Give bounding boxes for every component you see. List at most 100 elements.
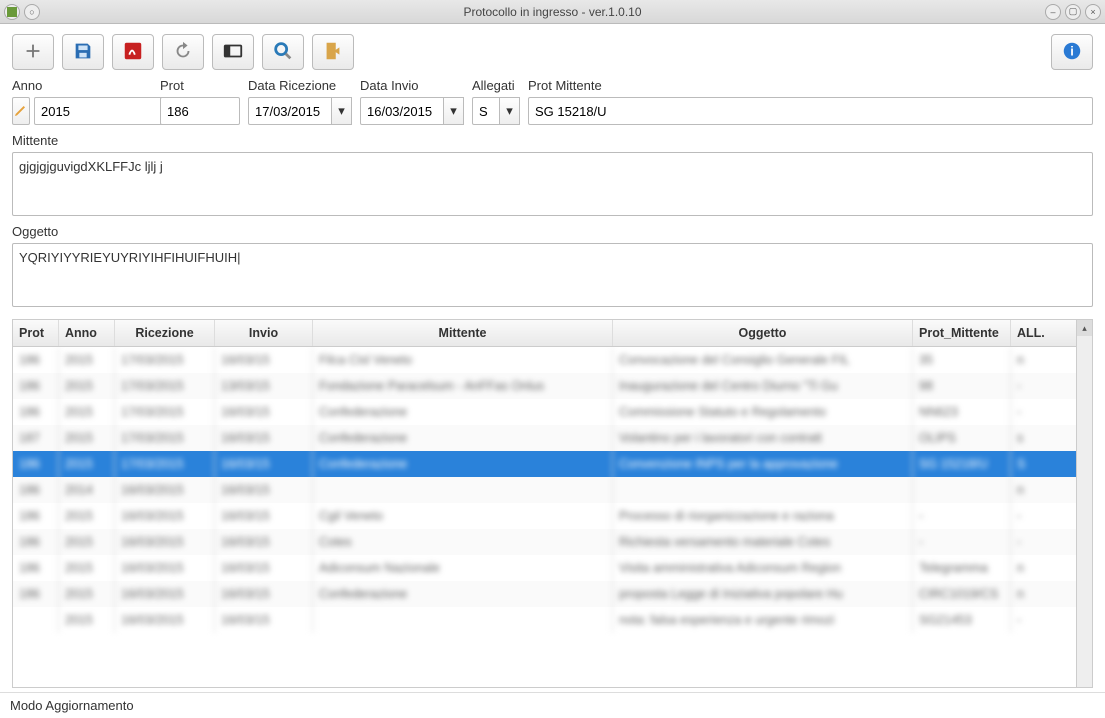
table-cell: Confederazione <box>313 425 613 451</box>
data-invio-dropdown[interactable]: ▾ <box>444 97 464 125</box>
svg-text:i: i <box>1070 43 1074 58</box>
chevron-down-icon: ▾ <box>450 103 457 119</box>
table-cell: Cgil Veneto <box>313 503 613 529</box>
table-cell: 186 <box>13 347 59 373</box>
chevron-down-icon: ▾ <box>338 103 345 119</box>
table-cell <box>313 607 613 633</box>
chevron-down-icon: ▾ <box>506 103 513 119</box>
table-cell: Confederazione <box>313 581 613 607</box>
table-header: Prot Anno Ricezione Invio Mittente Ogget… <box>13 320 1092 347</box>
anno-edit-button[interactable] <box>12 97 30 125</box>
table-cell: 2015 <box>59 503 115 529</box>
table-cell: 16/03/2015 <box>115 607 215 633</box>
table-body: 186201517/03/201516/03/15Filca Cisl Vene… <box>13 347 1092 687</box>
table-row[interactable]: 186201516/03/201516/03/15CotesRichiesta … <box>13 529 1092 555</box>
table-cell: Convenzione INPS per la approvazione <box>613 451 913 477</box>
vertical-scrollbar[interactable]: ▴ <box>1076 320 1092 687</box>
th-prot[interactable]: Prot <box>13 320 59 346</box>
prot-mittente-input[interactable] <box>528 97 1093 125</box>
table-row[interactable]: 186201517/03/201513/03/15Fondazione Para… <box>13 373 1092 399</box>
table-cell: 16/03/15 <box>215 581 313 607</box>
allegati-dropdown[interactable]: ▾ <box>500 97 520 125</box>
refresh-button[interactable] <box>162 34 204 70</box>
th-all[interactable]: ALL. <box>1011 320 1051 346</box>
table-row[interactable]: 186201516/03/201516/03/15Adiconsum Nazio… <box>13 555 1092 581</box>
prot-input[interactable] <box>160 97 240 125</box>
table-cell: 17/03/2015 <box>115 425 215 451</box>
table-cell: NN623 <box>913 399 1011 425</box>
window-title: Protocollo in ingresso - ver.1.0.10 <box>463 5 641 19</box>
table-cell: Confederazione <box>313 399 613 425</box>
table-cell: SG 15218/U <box>913 451 1011 477</box>
table-cell: - <box>1011 503 1051 529</box>
table-cell: 16/03/15 <box>215 399 313 425</box>
info-button[interactable]: i <box>1051 34 1093 70</box>
close-button[interactable]: × <box>1085 4 1101 20</box>
table-row[interactable]: 186201416/03/201516/03/15n <box>13 477 1092 503</box>
th-ricezione[interactable]: Ricezione <box>115 320 215 346</box>
th-mittente[interactable]: Mittente <box>313 320 613 346</box>
table-cell: 16/03/2015 <box>115 529 215 555</box>
table-cell: Commissione Statuto e Regolamento <box>613 399 913 425</box>
table-cell <box>13 607 59 633</box>
scroll-up-button[interactable]: ▴ <box>1077 320 1092 336</box>
table-row[interactable]: 201516/03/201516/03/15nota: falsa esperi… <box>13 607 1092 633</box>
data-ricezione-input[interactable] <box>248 97 332 125</box>
table-row[interactable]: 187201517/03/201516/03/15ConfederazioneV… <box>13 425 1092 451</box>
plus-icon <box>22 40 44 65</box>
table-cell: Cotes <box>313 529 613 555</box>
table-row[interactable]: 186201516/03/201516/03/15Confederazionep… <box>13 581 1092 607</box>
table-cell: 16/03/2015 <box>115 503 215 529</box>
table-cell <box>613 477 913 503</box>
th-oggetto[interactable]: Oggetto <box>613 320 913 346</box>
window-menu-icon[interactable]: ○ <box>24 4 40 20</box>
oggetto-input[interactable]: YQRIYIYYRIEYUYRIYIHFIHUIFHUIH| <box>12 243 1093 307</box>
th-anno[interactable]: Anno <box>59 320 115 346</box>
table-cell: 2015 <box>59 581 115 607</box>
data-ricezione-dropdown[interactable]: ▾ <box>332 97 352 125</box>
data-invio-input[interactable] <box>360 97 444 125</box>
mittente-input[interactable]: gjgjgjguvigdXKLFFJc ljlj j <box>12 152 1093 216</box>
table-cell: 17/03/2015 <box>115 399 215 425</box>
exit-button[interactable] <box>312 34 354 70</box>
save-button[interactable] <box>62 34 104 70</box>
data-invio-label: Data Invio <box>360 78 464 95</box>
results-table: Prot Anno Ricezione Invio Mittente Ogget… <box>12 319 1093 688</box>
table-cell: Telegramma <box>913 555 1011 581</box>
table-cell: 186 <box>13 555 59 581</box>
card-button[interactable] <box>212 34 254 70</box>
data-ricezione-label: Data Ricezione <box>248 78 352 95</box>
table-cell: 16/03/15 <box>215 607 313 633</box>
table-row[interactable]: 186201517/03/201516/03/15ConfederazioneC… <box>13 451 1092 477</box>
table-cell: s <box>1011 425 1051 451</box>
maximize-button[interactable]: ▢ <box>1065 4 1081 20</box>
table-cell <box>913 477 1011 503</box>
search-button[interactable] <box>262 34 304 70</box>
table-cell: Adiconsum Nazionale <box>313 555 613 581</box>
table-cell: 186 <box>13 451 59 477</box>
pdf-button[interactable] <box>112 34 154 70</box>
toolbar: i <box>0 24 1105 76</box>
minimize-button[interactable]: – <box>1045 4 1061 20</box>
prot-label: Prot <box>160 78 240 95</box>
table-cell: Richiesta versamento materiale Cotes <box>613 529 913 555</box>
oggetto-label: Oggetto <box>12 224 1093 241</box>
table-cell: Inaugurazione del Centro Diurno "Ti Gu <box>613 373 913 399</box>
table-row[interactable]: 186201517/03/201516/03/15Filca Cisl Vene… <box>13 347 1092 373</box>
allegati-select[interactable] <box>472 97 500 125</box>
table-cell: 186 <box>13 529 59 555</box>
table-row[interactable]: 186201517/03/201516/03/15ConfederazioneC… <box>13 399 1092 425</box>
table-cell: Processo di riorganizzazione e raziona <box>613 503 913 529</box>
th-invio[interactable]: Invio <box>215 320 313 346</box>
th-prot-mittente[interactable]: Prot_Mittente <box>913 320 1011 346</box>
table-cell: n <box>1011 555 1051 581</box>
add-button[interactable] <box>12 34 54 70</box>
table-cell: n <box>1011 347 1051 373</box>
table-cell: 2015 <box>59 347 115 373</box>
table-cell: - <box>1011 529 1051 555</box>
table-cell: Filca Cisl Veneto <box>313 347 613 373</box>
window-titlebar: ○ Protocollo in ingresso - ver.1.0.10 – … <box>0 0 1105 24</box>
table-cell: 98 <box>913 373 1011 399</box>
table-cell: 16/03/2015 <box>115 477 215 503</box>
table-row[interactable]: 186201516/03/201516/03/15Cgil VenetoProc… <box>13 503 1092 529</box>
